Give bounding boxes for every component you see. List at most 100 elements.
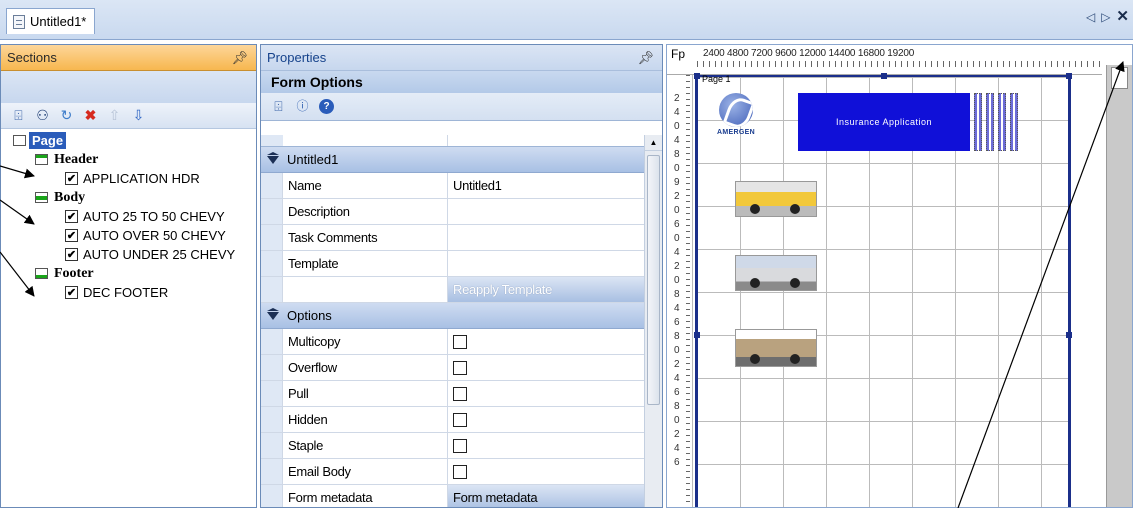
tree-node-header[interactable]: Header bbox=[1, 150, 256, 169]
grid-gutter bbox=[261, 199, 283, 224]
scroll-right-icon[interactable]: ▷ bbox=[1101, 10, 1110, 25]
pin-icon[interactable]: 📌︎ bbox=[637, 50, 654, 66]
tab-navigation: ◁ ▷ ✕ bbox=[1086, 7, 1129, 25]
properties-panel-header: Properties 📌︎ bbox=[261, 45, 662, 71]
document-tab[interactable]: Untitled1* bbox=[6, 8, 96, 34]
barcode-strip bbox=[974, 93, 982, 151]
properties-panel: Properties 📌︎ Form Options ⌹ ⓘ ? Untitle… bbox=[260, 44, 663, 508]
overflow-checkbox[interactable] bbox=[453, 360, 467, 375]
scroll-left-icon[interactable]: ◁ bbox=[1086, 10, 1095, 25]
tree-node-page[interactable]: Page bbox=[1, 131, 256, 150]
form-page[interactable]: Page 1 AMERGEN Insurance Application bbox=[694, 73, 1072, 507]
tree-node-label: Header bbox=[54, 151, 99, 167]
property-row: Reapply Template bbox=[261, 277, 644, 303]
hidden-checkbox[interactable] bbox=[453, 412, 467, 427]
info-icon[interactable]: ⓘ bbox=[295, 99, 310, 114]
barcode-strips[interactable] bbox=[974, 93, 1040, 151]
property-key: Form metadata bbox=[283, 485, 448, 507]
tree-item[interactable]: ✔ DEC FOOTER bbox=[1, 283, 256, 302]
name-field[interactable]: Untitled1 bbox=[448, 173, 644, 198]
scrollbar-thumb[interactable] bbox=[1111, 67, 1128, 89]
ruler-labels: 2400 4800 7200 9600 12000 14400 16800 19… bbox=[703, 48, 915, 59]
sections-tree: Page Header ✔ APPLICATION HDR Body ✔ AUT… bbox=[1, 129, 256, 302]
task-comments-field[interactable] bbox=[448, 225, 644, 250]
staple-checkbox[interactable] bbox=[453, 438, 467, 453]
move-up-icon[interactable]: ⇧ bbox=[107, 108, 122, 123]
grid-gutter bbox=[261, 355, 283, 380]
properties-scrollbar[interactable]: ▲ bbox=[644, 135, 662, 507]
description-field[interactable] bbox=[448, 199, 644, 224]
category-label: Untitled1 bbox=[287, 152, 339, 167]
sections-header-band bbox=[1, 71, 256, 103]
tree-item-label: AUTO OVER 50 CHEVY bbox=[83, 228, 226, 243]
designer-scrollbar[interactable] bbox=[1106, 65, 1132, 507]
tree-node-footer[interactable]: Footer bbox=[1, 264, 256, 283]
tree-item[interactable]: ✔ AUTO OVER 50 CHEVY bbox=[1, 226, 256, 245]
scroll-up-icon[interactable]: ▲ bbox=[645, 135, 662, 151]
refresh-icon[interactable]: ↻ bbox=[59, 108, 74, 123]
checkbox[interactable]: ✔ bbox=[65, 229, 78, 242]
collapse-icon[interactable] bbox=[267, 151, 279, 164]
tree-item-label: AUTO 25 TO 50 CHEVY bbox=[83, 209, 225, 224]
pin-icon[interactable]: 📌︎ bbox=[231, 50, 248, 66]
ruler-digit: 2 bbox=[674, 429, 680, 440]
tree-node-body[interactable]: Body bbox=[1, 188, 256, 207]
reapply-template-button[interactable]: Reapply Template bbox=[448, 277, 644, 302]
resize-handle[interactable] bbox=[1066, 73, 1072, 79]
tree-node-label: Footer bbox=[54, 265, 94, 281]
scrollbar-thumb[interactable] bbox=[647, 155, 660, 405]
checkbox[interactable]: ✔ bbox=[65, 172, 78, 185]
logo-mark bbox=[719, 93, 753, 127]
find-icon[interactable]: ⚇ bbox=[35, 108, 50, 123]
insurance-application-banner[interactable]: Insurance Application bbox=[798, 93, 970, 151]
collapse-icon[interactable] bbox=[267, 307, 279, 320]
resize-handle[interactable] bbox=[694, 73, 700, 79]
sections-panel-title: Sections bbox=[7, 50, 57, 65]
email-body-checkbox[interactable] bbox=[453, 464, 467, 479]
header-section-icon bbox=[35, 154, 48, 165]
checkbox[interactable]: ✔ bbox=[65, 248, 78, 261]
suv-image[interactable] bbox=[735, 329, 817, 367]
resize-handle[interactable] bbox=[694, 332, 700, 338]
property-key: Task Comments bbox=[283, 225, 448, 250]
category-options[interactable]: Options bbox=[261, 303, 644, 329]
ruler-digit: 0 bbox=[674, 163, 680, 174]
close-icon[interactable]: ✕ bbox=[1116, 7, 1129, 25]
sections-panel: Sections 📌︎ ⌹ ⚇ ↻ ✖ ⇧ ⇩ Page Header ✔ AP… bbox=[0, 44, 257, 508]
ruler-digit: 0 bbox=[674, 233, 680, 244]
tree-item[interactable]: ✔ APPLICATION HDR bbox=[1, 169, 256, 188]
ruler-digit: 2 bbox=[674, 191, 680, 202]
ruler-digit: 4 bbox=[674, 107, 680, 118]
checkbox[interactable]: ✔ bbox=[65, 286, 78, 299]
print-icon[interactable]: ⌹ bbox=[271, 99, 286, 114]
resize-handle[interactable] bbox=[1066, 332, 1072, 338]
resize-handle[interactable] bbox=[881, 73, 887, 79]
grid-gutter bbox=[261, 433, 283, 458]
vertical-ruler: 2 4 0 4 8 0 9 2 0 6 0 4 2 0 8 4 6 8 0 2 4 6 8 0 2 4 6 bbox=[667, 75, 693, 507]
category-untitled1[interactable]: Untitled1 bbox=[261, 147, 644, 173]
properties-toolbar: ⌹ ⓘ ? bbox=[261, 93, 662, 121]
delete-icon[interactable]: ✖ bbox=[83, 108, 98, 123]
barcode-strip bbox=[998, 93, 1006, 151]
pull-checkbox[interactable] bbox=[453, 386, 467, 401]
car-image-silver[interactable] bbox=[735, 255, 817, 291]
form-metadata-button[interactable]: Form metadata bbox=[448, 485, 644, 507]
body-section-icon bbox=[35, 192, 48, 203]
ruler-digit: 8 bbox=[674, 401, 680, 412]
template-field[interactable] bbox=[448, 251, 644, 276]
help-icon[interactable]: ? bbox=[319, 99, 334, 114]
app-window: Untitled1* ◁ ▷ ✕ Sections 📌︎ ⌹ ⚇ ↻ ✖ ⇧ ⇩… bbox=[0, 0, 1133, 508]
ruler-digit: 6 bbox=[674, 219, 680, 230]
ruler-digit: 0 bbox=[674, 121, 680, 132]
move-down-icon[interactable]: ⇩ bbox=[131, 108, 146, 123]
form-options-title: Form Options bbox=[261, 71, 662, 93]
checkbox[interactable]: ✔ bbox=[65, 210, 78, 223]
tree-item-label: DEC FOOTER bbox=[83, 285, 169, 300]
tree-item[interactable]: ✔ AUTO 25 TO 50 CHEVY bbox=[1, 207, 256, 226]
print-icon[interactable]: ⌹ bbox=[11, 108, 26, 123]
tree-item[interactable]: ✔ AUTO UNDER 25 CHEVY bbox=[1, 245, 256, 264]
amergen-logo[interactable]: AMERGEN bbox=[712, 93, 760, 151]
multicopy-checkbox[interactable] bbox=[453, 334, 467, 349]
property-row: Overflow bbox=[261, 355, 644, 381]
car-image-yellow[interactable] bbox=[735, 181, 817, 217]
